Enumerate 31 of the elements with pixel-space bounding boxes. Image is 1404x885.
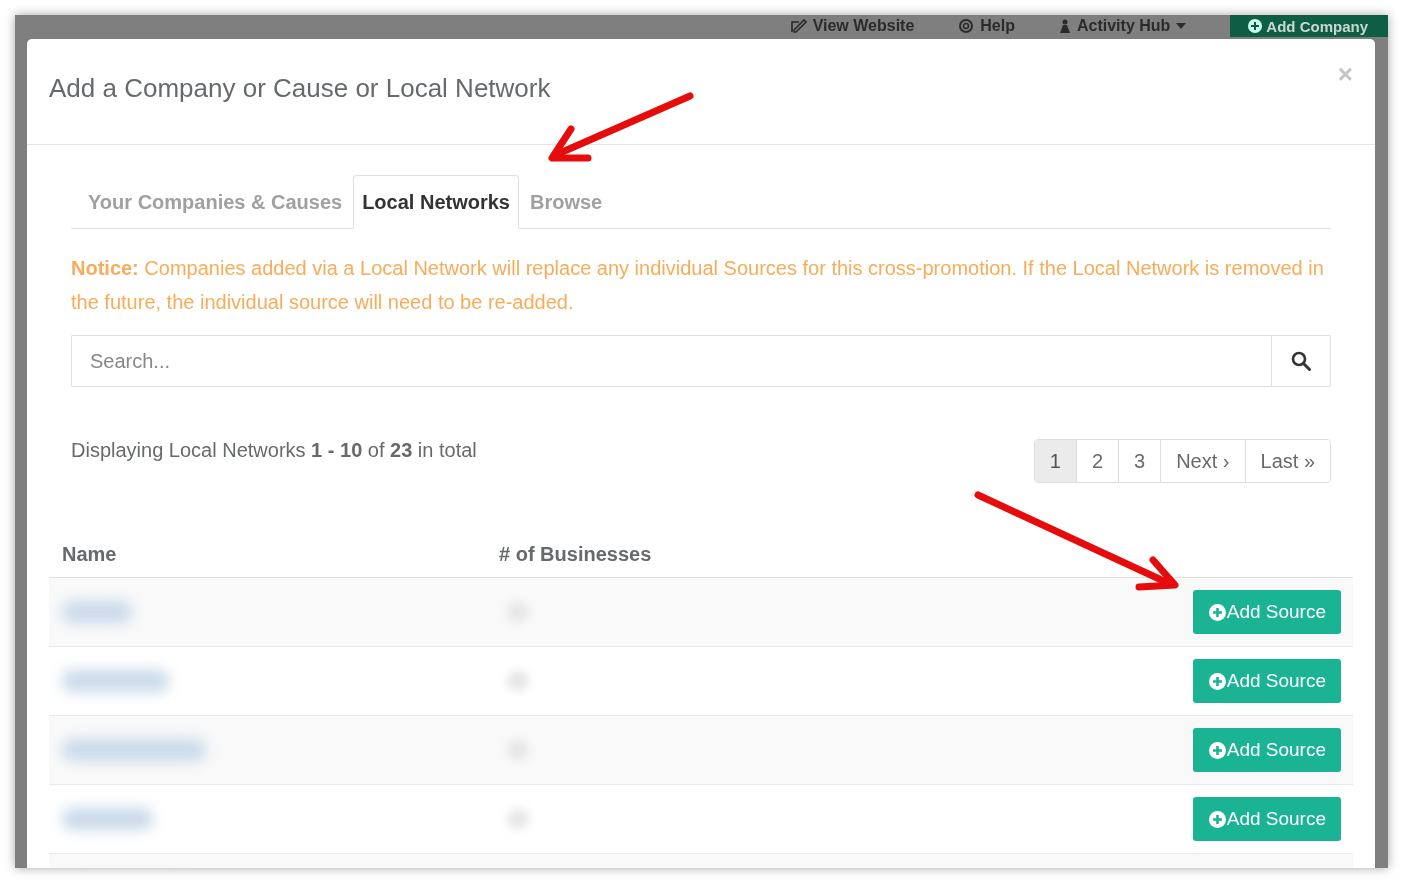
person-icon [1059, 19, 1071, 33]
add-company-button[interactable]: Add Company [1230, 15, 1388, 37]
tab[interactable]: Browse [520, 175, 612, 229]
plus-circle-icon [1208, 672, 1226, 690]
tab[interactable]: Your Companies & Causes [71, 175, 352, 229]
plus-circle-icon [1248, 19, 1263, 33]
search-button[interactable] [1271, 335, 1331, 387]
nav-link[interactable]: View Website [790, 17, 915, 35]
blurred-name-placeholder [62, 601, 132, 623]
column-header: # of Businesses [499, 542, 653, 566]
add-source-button[interactable]: Add Source [1192, 590, 1341, 634]
page-link[interactable]: Last » [1244, 440, 1330, 482]
caret-icon [1176, 23, 1187, 29]
search-field[interactable]: Search... [71, 335, 1271, 387]
search-icon [1291, 351, 1311, 371]
plus-circle-icon [1208, 603, 1226, 621]
lifebuoy-icon [958, 19, 975, 33]
edit-icon [790, 19, 807, 33]
plus-circle-icon [1208, 741, 1226, 759]
modal-title: Add a Company or Cause or Local Network [49, 73, 551, 104]
nav-link[interactable]: Activity Hub [1059, 17, 1187, 35]
add-source-button[interactable]: Add Source [1192, 728, 1341, 772]
column-header: Name [61, 542, 118, 566]
nav-link[interactable]: Help [958, 17, 1015, 35]
add-source-button[interactable]: Add Source [1192, 797, 1341, 841]
add-source-button[interactable]: Add Source [1192, 659, 1341, 703]
tab[interactable]: Local Networks [353, 175, 519, 229]
results-summary: Displaying Local Networks 1 - 10 of 23 in total [71, 439, 477, 462]
plus-circle-icon [1208, 810, 1226, 828]
page-link[interactable]: 1 [1034, 440, 1076, 482]
notice-text: Notice: Companies added via a Local Network will replace any individual Sources for this cross-promotion. If the Local Network is removed in the future, the individual source will need to be re-added. [71, 256, 1325, 315]
